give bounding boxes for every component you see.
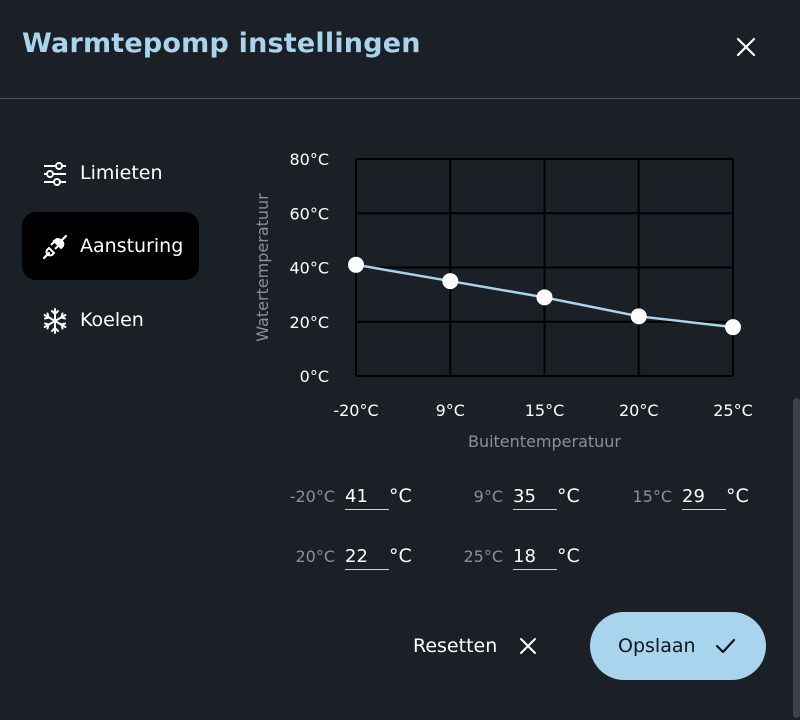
reset-button-label: Resetten (413, 635, 498, 657)
save-button[interactable]: Opslaan (590, 612, 766, 680)
field-label: 25°C (463, 547, 503, 566)
field-unit: °C (389, 545, 412, 567)
x-tick-label: 9°C (436, 401, 465, 420)
data-point (630, 308, 647, 325)
water-temperature-input[interactable] (513, 543, 557, 570)
water-temperature-input[interactable] (345, 483, 389, 510)
data-point (536, 289, 553, 306)
y-tick-label: 40°C (289, 259, 329, 278)
water-temperature-input[interactable] (682, 483, 726, 510)
field-unit: °C (557, 485, 580, 507)
x-tick-label: -20°C (333, 401, 378, 420)
y-tick-label: 80°C (289, 150, 329, 169)
water-temperature-input[interactable] (345, 543, 389, 570)
field-label: -20°C (289, 487, 335, 506)
field-label: 20°C (295, 547, 335, 566)
data-point (442, 273, 459, 290)
x-axis-label: Buitentemperatuur (468, 432, 621, 451)
y-axis-label: Watertemperatuur (253, 193, 272, 342)
y-tick-label: 60°C (289, 204, 329, 223)
field-unit: °C (726, 485, 749, 507)
data-point (725, 319, 741, 336)
save-button-label: Opslaan (618, 635, 696, 657)
field-label: 9°C (473, 487, 503, 506)
scrollbar[interactable] (793, 398, 800, 718)
field-unit: °C (389, 485, 412, 507)
data-point (348, 256, 364, 273)
x-tick-label: 20°C (619, 401, 659, 420)
field-label: 15°C (632, 487, 672, 506)
water-temperature-input[interactable] (513, 483, 557, 510)
close-icon (520, 638, 536, 654)
x-tick-label: 15°C (525, 401, 565, 420)
water-temperature-chart: 0°C 20°C 40°C 60°C 80°C -20°C 9°C 15°C 20°C 25°C B… (253, 150, 753, 451)
y-tick-label: 0°C (300, 367, 329, 386)
y-tick-label: 20°C (289, 313, 329, 332)
x-tick-label: 25°C (713, 401, 753, 420)
field-unit: °C (557, 545, 580, 567)
check-icon (715, 638, 736, 654)
reset-button[interactable]: Resetten (404, 622, 554, 670)
